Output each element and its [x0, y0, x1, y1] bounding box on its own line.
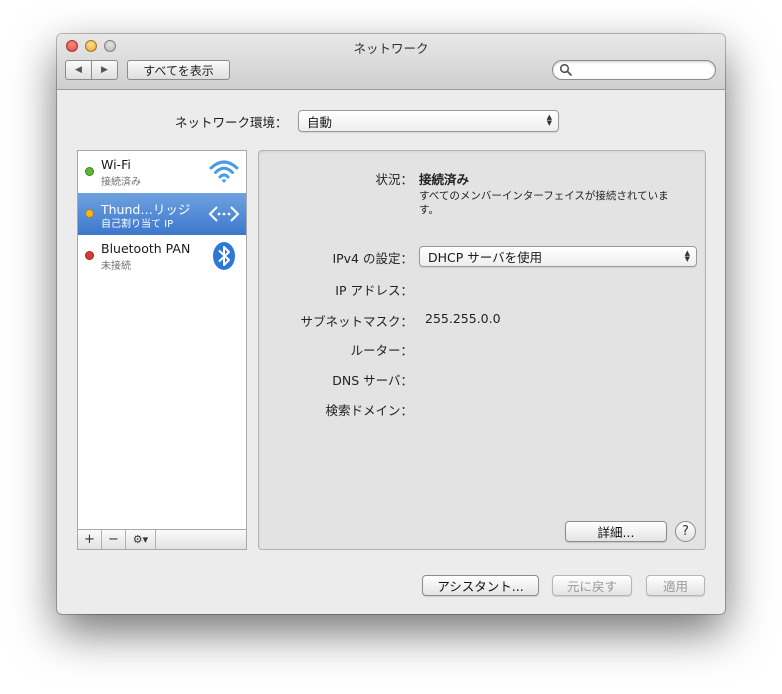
apply-button[interactable]: 適用 — [646, 575, 705, 596]
remove-service-button[interactable]: − — [102, 530, 126, 549]
status-description: すべてのメンバーインターフェイスが接続されています。 — [419, 190, 669, 216]
back-button[interactable]: ◀ — [66, 61, 91, 79]
service-status: 接続済み — [101, 177, 141, 188]
service-status: 自己割り当て IP — [101, 219, 174, 230]
status-dot — [85, 209, 94, 218]
status-dot — [85, 167, 94, 176]
service-name: Wi-Fi — [101, 157, 131, 172]
help-button[interactable]: ? — [675, 521, 696, 542]
gear-menu-button[interactable]: ⚙▾ — [126, 530, 156, 549]
assistant-button[interactable]: アシスタント... — [422, 575, 539, 596]
window-title: ネットワーク — [353, 41, 429, 56]
service-item-bluetooth-pan[interactable]: Bluetooth PAN 未接続 — [78, 235, 246, 277]
popup-arrows-icon: ▲ ▼ — [684, 249, 690, 263]
detail-pane: 状況： 接続済み すべてのメンバーインターフェイスが接続されています。 IPv4… — [258, 150, 706, 550]
search-icon — [559, 63, 572, 76]
location-label: ネットワーク環境： — [175, 115, 288, 130]
thunderbolt-bridge-icon — [208, 206, 240, 222]
revert-button[interactable]: 元に戻す — [552, 575, 632, 596]
status-value: 接続済み — [419, 172, 470, 187]
service-list: Wi-Fi 接続済み Thund…リッジ 自己割り当て IP Bluetooth… — [77, 150, 247, 550]
service-item-thunderbolt-bridge[interactable]: Thund…リッジ 自己割り当て IP — [78, 193, 246, 235]
search-domain-label: 検索ドメイン： — [325, 403, 413, 418]
title-bar: ネットワーク ◀ ▶ すべてを表示 — [57, 34, 725, 90]
bluetooth-icon — [213, 242, 235, 270]
popup-arrows-icon: ▲ ▼ — [546, 113, 552, 127]
ip-address-label: IP アドレス： — [335, 283, 413, 298]
add-service-button[interactable]: + — [78, 530, 102, 549]
ipv4-config-popup[interactable]: DHCP サーバを使用 ▲ ▼ — [419, 246, 697, 267]
ipv4-value: DHCP サーバを使用 — [428, 250, 543, 265]
subnet-mask-value: 255.255.0.0 — [425, 311, 501, 326]
service-status: 未接続 — [101, 261, 131, 272]
router-label: ルーター： — [350, 343, 413, 358]
network-preferences-window: ネットワーク ◀ ▶ すべてを表示 ネットワーク環境： 自動 ▲ ▼ Wi-Fi … — [57, 34, 725, 614]
search-input[interactable] — [575, 62, 709, 78]
wifi-icon — [209, 160, 239, 183]
subnet-mask-label: サブネットマスク： — [300, 314, 413, 329]
ipv4-label: IPv4 の設定： — [332, 251, 413, 266]
back-forward-buttons: ◀ ▶ — [65, 60, 118, 80]
location-value: 自動 — [307, 114, 333, 130]
service-item-wifi[interactable]: Wi-Fi 接続済み — [78, 151, 246, 193]
dns-server-label: DNS サーバ： — [332, 373, 413, 388]
advanced-button[interactable]: 詳細... — [565, 521, 667, 542]
forward-button[interactable]: ▶ — [91, 61, 117, 79]
search-field[interactable] — [552, 60, 716, 80]
service-name: Bluetooth PAN — [101, 241, 191, 256]
status-dot — [85, 251, 94, 260]
status-label: 状況： — [375, 172, 413, 187]
service-list-toolbar: + − ⚙▾ — [78, 529, 246, 549]
show-all-button[interactable]: すべてを表示 — [127, 60, 230, 80]
location-popup[interactable]: 自動 ▲ ▼ — [298, 110, 559, 132]
